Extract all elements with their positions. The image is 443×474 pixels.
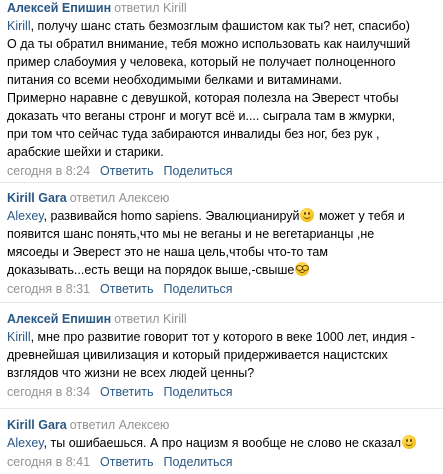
reply-button[interactable]: Ответить (100, 455, 153, 469)
comment-line: арабские шейхи и старики. (7, 145, 164, 159)
comment-line: появится шанс понять,что мы не веганы и … (7, 227, 375, 241)
comment-line: древнейшая цивилизация и который придерж… (7, 348, 388, 362)
comment: Алексей Епишин ответил Kirill Kirill, пол… (0, 0, 443, 183)
comment-line: Alexey, развивайся homo sapiens. Эвалюци… (7, 207, 437, 225)
mention-link[interactable]: Alexey (7, 209, 44, 223)
comment: Kirill Gara ответил Алексею Alexey, разви… (0, 183, 443, 303)
smile-emoji-icon (402, 435, 417, 449)
comment-line: Kirill, мне про развитие говорит тот у к… (7, 328, 437, 346)
comment-line-text: , получу шанс стать безмозглым фашистом … (30, 19, 410, 33)
comment-line-text: доказывать...есть вещи на порядок выше,-… (7, 263, 295, 277)
share-button[interactable]: Поделиться (163, 164, 232, 178)
comment-time-link[interactable]: сегодня в 8:24 (7, 164, 90, 178)
comment-text: Alexey, развивайся homo sapiens. Эвалюци… (7, 207, 437, 279)
comment-line: доказывать...есть вещи на порядок выше,-… (7, 261, 437, 279)
comment: Kirill Gara ответил Алексею Alexey, ты ош… (0, 409, 443, 474)
comment-line: Alexey, ты ошибаешься. А про нацизм я во… (7, 434, 437, 452)
replied-to-label: ответил Kirill (114, 312, 187, 326)
comment-header: Алексей Епишин ответил Kirill (7, 0, 437, 17)
comment-line: О да ты обратил внимание, тебя можно исп… (7, 37, 411, 51)
comment-footer: сегодня в 8:41 Ответить Поделиться (7, 453, 437, 471)
comment-text: Kirill, мне про развитие говорит тот у к… (7, 328, 437, 382)
comment-line: Kirill, получу шанс стать безмозглым фаш… (7, 17, 437, 35)
comment-line: питания со всеми необходимыми белками и … (7, 73, 342, 87)
comment-text: Kirill, получу шанс стать безмозглым фаш… (7, 17, 437, 161)
comment-line-text: может у тебя и (315, 209, 405, 223)
comment-line: мясоеды и Эверест это не наша цель,чтобы… (7, 245, 328, 259)
glasses-emoji-icon (295, 262, 310, 276)
mention-link[interactable]: Kirill (7, 19, 31, 33)
comment-line: взглядов что жизни не всех людей ценны? (7, 366, 255, 380)
comment-author-link[interactable]: Kirill Gara (7, 191, 67, 205)
share-button[interactable]: Поделиться (163, 282, 232, 296)
comment-header: Kirill Gara ответил Алексею (7, 417, 437, 434)
reply-button[interactable]: Ответить (100, 164, 153, 178)
comment-text: Alexey, ты ошибаешься. А про нацизм я во… (7, 434, 437, 452)
comment-line: пример слабоумия у человека, который не … (7, 55, 396, 69)
mention-link[interactable]: Kirill (7, 330, 31, 344)
reply-button[interactable]: Ответить (100, 282, 153, 296)
comment: Алексей Епишин ответил Kirill Kirill, мне… (0, 303, 443, 409)
replied-to-label: ответил Kirill (114, 1, 187, 15)
reply-button[interactable]: Ответить (100, 385, 153, 399)
comment-line-text: , развивайся homo sapiens. Эвалюцианируй (43, 209, 300, 223)
comment-line: при том что сейчас туда забираются инвал… (7, 127, 380, 141)
comment-author-link[interactable]: Алексей Епишин (7, 1, 111, 15)
comment-author-link[interactable]: Алексей Епишин (7, 312, 111, 326)
share-button[interactable]: Поделиться (163, 385, 232, 399)
comment-line: доказать что веганы стронг и могут всё и… (7, 109, 396, 123)
comment-header: Kirill Gara ответил Алексею (7, 190, 437, 207)
comment-header: Алексей Епишин ответил Kirill (7, 311, 437, 328)
mention-link[interactable]: Alexey (7, 436, 44, 450)
comment-line-text: , ты ошибаешься. А про нацизм я вообще н… (43, 436, 402, 450)
comment-line-text: , мне про развитие говорит тот у которог… (30, 330, 415, 344)
comment-time-link[interactable]: сегодня в 8:41 (7, 455, 90, 469)
smile-emoji-icon (300, 208, 315, 222)
comment-line: Примерно наравне с девушкой, которая пол… (7, 91, 399, 105)
comment-author-link[interactable]: Kirill Gara (7, 418, 67, 432)
comment-time-link[interactable]: сегодня в 8:34 (7, 385, 90, 399)
comment-thread: Алексей Епишин ответил Kirill Kirill, пол… (0, 0, 443, 474)
comment-footer: сегодня в 8:34 Ответить Поделиться (7, 383, 437, 401)
comment-time-link[interactable]: сегодня в 8:31 (7, 282, 90, 296)
comment-footer: сегодня в 8:31 Ответить Поделиться (7, 280, 437, 298)
comment-footer: сегодня в 8:24 Ответить Поделиться (7, 162, 437, 180)
replied-to-label: ответил Алексею (69, 418, 170, 432)
share-button[interactable]: Поделиться (163, 455, 232, 469)
replied-to-label: ответил Алексею (69, 191, 170, 205)
